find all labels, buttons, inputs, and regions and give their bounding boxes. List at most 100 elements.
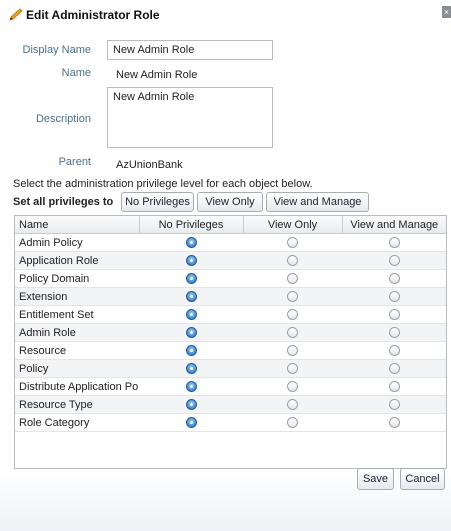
radio-no-privileges[interactable] — [185, 291, 197, 303]
radio-view-only[interactable] — [287, 381, 298, 393]
radio-view-only[interactable] — [287, 273, 298, 285]
radio-view-only[interactable] — [287, 291, 298, 303]
object-name: Policy Domain — [15, 269, 139, 288]
radio-cell — [139, 341, 243, 360]
column-header-view-only[interactable]: View Only — [243, 216, 343, 234]
radio-view-only[interactable] — [287, 417, 298, 429]
radio-view-and-manage[interactable] — [388, 399, 400, 411]
radio-view-only[interactable] — [287, 327, 298, 339]
set-all-view-and-manage-button[interactable]: View and Manage — [266, 192, 369, 212]
dialog-title: Edit Administrator Role — [26, 8, 160, 22]
radio-view-only[interactable] — [287, 345, 298, 357]
radio-view-and-manage[interactable] — [388, 417, 400, 429]
privilege-instruction: Select the administration privilege leve… — [13, 178, 313, 190]
radio-view-and-manage[interactable] — [388, 381, 400, 393]
radio-view-only[interactable] — [287, 255, 298, 267]
table-row: Application Role — [15, 251, 446, 270]
object-name: Resource Type — [15, 395, 139, 414]
pencil-icon — [9, 8, 23, 21]
cancel-button[interactable]: Cancel — [400, 468, 445, 490]
object-name: Distribute Application Policy — [15, 377, 139, 396]
radio-no-privileges[interactable] — [185, 363, 197, 375]
radio-cell — [243, 413, 342, 432]
object-name: Admin Role — [15, 323, 139, 342]
name-label: Name — [61, 67, 91, 79]
display-name-label: Display Name — [22, 44, 91, 56]
radio-cell — [342, 377, 446, 396]
table-row: Extension — [15, 287, 446, 306]
radio-cell — [139, 233, 243, 252]
set-all-no-privileges-button[interactable]: No Privileges — [121, 192, 194, 212]
radio-view-and-manage[interactable] — [388, 363, 400, 375]
radio-cell — [139, 359, 243, 378]
radio-view-and-manage[interactable] — [388, 309, 400, 321]
description-field[interactable]: New Admin Role — [107, 87, 273, 148]
radio-no-privileges[interactable] — [185, 309, 197, 321]
table-row: Distribute Application Policy — [15, 377, 446, 396]
table-row: Policy Domain — [15, 269, 446, 288]
radio-cell — [243, 359, 342, 378]
radio-no-privileges[interactable] — [185, 417, 197, 429]
save-button[interactable]: Save — [357, 468, 394, 490]
privileges-table: Name No Privileges View Only View and Ma… — [14, 215, 447, 469]
radio-view-and-manage[interactable] — [388, 237, 400, 249]
radio-cell — [342, 251, 446, 270]
radio-view-only[interactable] — [287, 399, 298, 411]
radio-cell — [243, 395, 342, 414]
parent-value: AzUnionBank — [116, 159, 183, 171]
radio-cell — [139, 413, 243, 432]
radio-cell — [243, 341, 342, 360]
radio-view-only[interactable] — [287, 237, 298, 249]
object-name: Application Role — [15, 251, 139, 270]
table-row: Resource — [15, 341, 446, 360]
radio-cell — [243, 251, 342, 270]
radio-no-privileges[interactable] — [185, 273, 197, 285]
close-icon[interactable]: × — [442, 6, 451, 18]
object-name: Extension — [15, 287, 139, 306]
parent-label: Parent — [58, 156, 91, 168]
object-name: Admin Policy — [15, 233, 139, 252]
radio-cell — [243, 269, 342, 288]
radio-cell — [139, 323, 243, 342]
radio-cell — [342, 269, 446, 288]
radio-view-only[interactable] — [287, 363, 298, 375]
radio-no-privileges[interactable] — [185, 237, 197, 249]
column-header-no-privileges[interactable]: No Privileges — [139, 216, 244, 234]
radio-view-and-manage[interactable] — [388, 291, 400, 303]
radio-view-and-manage[interactable] — [388, 255, 400, 267]
radio-cell — [342, 359, 446, 378]
radio-cell — [243, 287, 342, 306]
radio-no-privileges[interactable] — [185, 399, 197, 411]
set-all-view-only-button[interactable]: View Only — [197, 192, 263, 212]
radio-cell — [342, 413, 446, 432]
table-row: Admin Role — [15, 323, 446, 342]
radio-cell — [243, 233, 342, 252]
radio-cell — [342, 305, 446, 324]
radio-cell — [342, 323, 446, 342]
column-header-name[interactable]: Name — [15, 216, 140, 234]
radio-cell — [139, 305, 243, 324]
radio-view-and-manage[interactable] — [388, 345, 400, 357]
name-value: New Admin Role — [116, 69, 198, 81]
display-name-field[interactable] — [107, 40, 273, 60]
object-name: Role Category — [15, 413, 139, 432]
dialog-title-bar: Edit Administrator Role × — [0, 0, 451, 28]
object-name: Resource — [15, 341, 139, 360]
radio-cell — [139, 251, 243, 270]
radio-cell — [139, 395, 243, 414]
radio-no-privileges[interactable] — [185, 345, 197, 357]
object-name: Policy — [15, 359, 139, 378]
radio-no-privileges[interactable] — [185, 327, 197, 339]
radio-view-only[interactable] — [287, 309, 298, 321]
radio-view-and-manage[interactable] — [388, 273, 400, 285]
table-row: Entitlement Set — [15, 305, 446, 324]
radio-no-privileges[interactable] — [185, 255, 197, 267]
radio-view-and-manage[interactable] — [388, 327, 400, 339]
table-header-row: Name No Privileges View Only View and Ma… — [15, 216, 446, 234]
column-header-view-and-manage[interactable]: View and Manage — [342, 216, 446, 234]
radio-cell — [139, 269, 243, 288]
radio-cell — [243, 377, 342, 396]
table-row: Resource Type — [15, 395, 446, 414]
radio-no-privileges[interactable] — [185, 381, 197, 393]
radio-cell — [342, 233, 446, 252]
